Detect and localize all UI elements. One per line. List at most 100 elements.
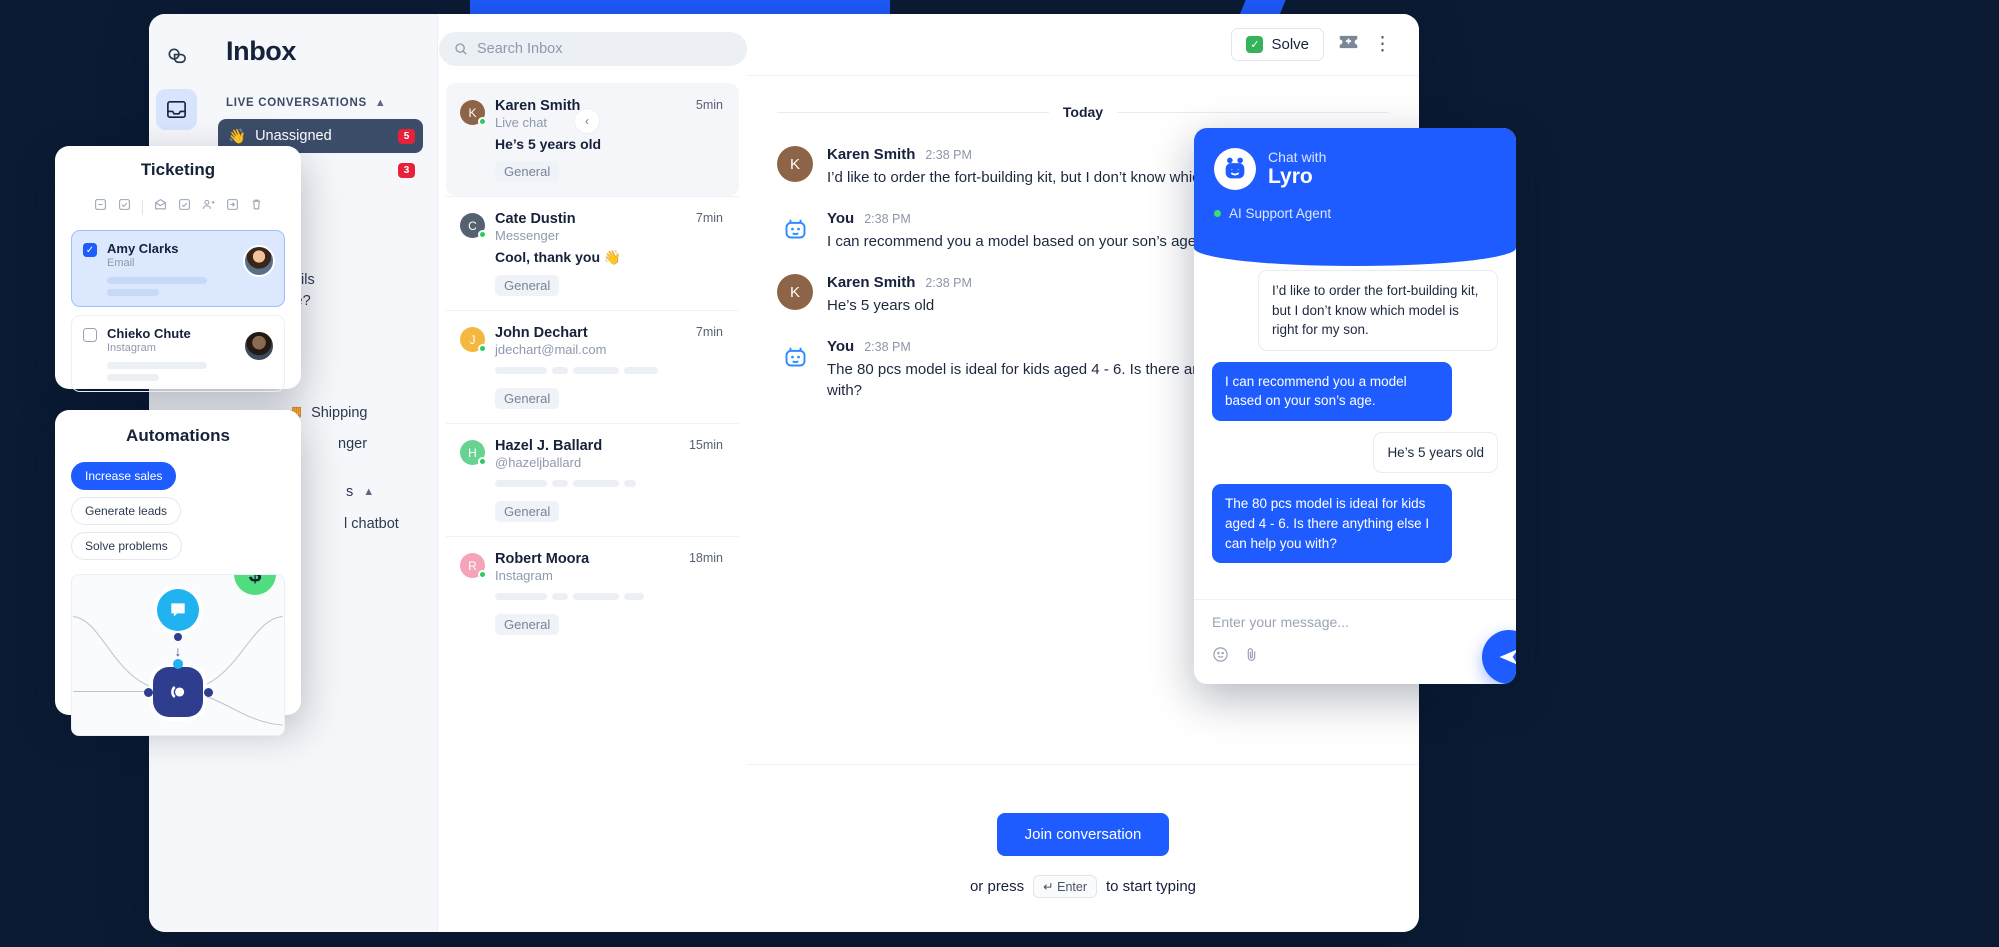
- emoji-icon[interactable]: [1212, 646, 1229, 668]
- chat-bubble-bot: The 80 pcs model is ideal for kids aged …: [1212, 484, 1452, 564]
- day-separator-label: Today: [1062, 104, 1104, 120]
- conversation-item-karen[interactable]: 5min K Karen Smith Live chat He’s 5 year…: [446, 83, 739, 196]
- ticket-row-amy[interactable]: ✓ Amy Clarks Email: [71, 230, 285, 307]
- chip-solve-problems[interactable]: Solve problems: [71, 532, 182, 560]
- card-title: Ticketing: [140, 160, 216, 179]
- live-conversations-section-header[interactable]: LIVE CONVERSATIONS ▲: [226, 97, 423, 109]
- node-dot-right: [204, 688, 213, 697]
- conversation-time: 7min: [695, 211, 723, 225]
- chat-bubble-icon: [157, 589, 199, 631]
- message-author: You 2:38 PM: [827, 210, 1200, 227]
- node-dot-top: [173, 659, 183, 669]
- avatar: H: [460, 440, 487, 466]
- apps-icon[interactable]: [156, 36, 197, 77]
- message-composer-prompt: Join conversation or press ↵ Enter to st…: [747, 764, 1419, 932]
- automation-node-icon: [153, 667, 203, 717]
- mail-open-icon[interactable]: [154, 198, 167, 216]
- more-vertical-icon[interactable]: ⋮: [1373, 34, 1393, 54]
- author-name: Karen Smith: [827, 274, 916, 291]
- conversation-channel: @hazeljballard: [495, 455, 582, 470]
- lyro-status: AI Support Agent: [1214, 206, 1496, 221]
- message-input[interactable]: Enter your message...: [1212, 614, 1498, 630]
- message-author: Karen Smith 2:38 PM: [827, 274, 972, 291]
- message-text: I can recommend you a model based on you…: [827, 233, 1201, 250]
- conversation-preview: Cool, thank you 👋: [495, 249, 622, 265]
- ticket-name: Amy Clarks: [107, 241, 179, 256]
- message-time: 2:38 PM: [864, 212, 911, 226]
- automation-flow-preview[interactable]: $ ↓: [71, 574, 285, 736]
- avatar: [243, 330, 275, 362]
- conversation-tag: General: [495, 614, 560, 635]
- preview-skeleton: [495, 357, 723, 379]
- arrow-down-icon: ↓: [174, 643, 182, 659]
- avatar-initial: C: [468, 218, 477, 233]
- page-title: Inbox: [226, 36, 296, 66]
- avatar: [243, 245, 275, 277]
- search-input[interactable]: Search Inbox: [439, 32, 747, 66]
- paperclip-icon[interactable]: [1243, 646, 1260, 668]
- collapse-panel-button[interactable]: ‹: [574, 108, 600, 134]
- conversation-time: 15min: [688, 438, 723, 452]
- conversation-item-john[interactable]: 7min J John Dechart jdechart@mail.com Ge…: [446, 310, 739, 423]
- lyro-chat-widget: Chat with Lyro AI Support Agent I’d like…: [1194, 128, 1516, 684]
- conversation-name: John Dechart: [495, 325, 588, 341]
- avatar-initial: J: [469, 332, 476, 347]
- chip-increase-sales[interactable]: Increase sales: [71, 462, 177, 490]
- conversation-channel: Instagram: [495, 568, 553, 583]
- ticketing-toolbar: [71, 198, 285, 216]
- message-toolbar: ✓ Solve ⋮: [747, 14, 1419, 76]
- conversation-channel: Live chat: [495, 115, 548, 130]
- search-icon: [455, 43, 467, 55]
- ticket-add-icon[interactable]: [1338, 34, 1359, 55]
- trash-icon[interactable]: [250, 198, 263, 216]
- chip-generate-leads[interactable]: Generate leads: [71, 497, 182, 525]
- section-fragment-label: s: [346, 484, 354, 500]
- conversation-time: 18min: [688, 551, 723, 565]
- conversation-item-robert[interactable]: 18min R Robert Moora Instagram General: [446, 536, 739, 649]
- solve-button[interactable]: ✓ Solve: [1231, 28, 1324, 61]
- enter-key: ↵ Enter: [1033, 875, 1097, 898]
- avatar: K: [460, 100, 487, 126]
- chat-bubble-user: He’s 5 years old: [1373, 431, 1498, 474]
- day-separator: Today: [747, 104, 1419, 120]
- avatar: C: [460, 213, 487, 239]
- assign-user-icon[interactable]: [202, 198, 215, 216]
- sidebar-item-label: Unassigned: [255, 128, 332, 144]
- conversation-list: 👋 Unassigned 5min K Karen Smith Live cha…: [437, 14, 747, 932]
- check-square-icon[interactable]: [118, 198, 131, 216]
- ticket-channel: Email: [107, 257, 135, 269]
- sidebar-item-label: Shipping: [311, 404, 368, 421]
- checkbox-checked-icon[interactable]: ✓: [83, 243, 97, 257]
- conversation-time: 7min: [695, 325, 723, 339]
- send-button[interactable]: [1482, 630, 1516, 684]
- status-dot: [1214, 210, 1221, 217]
- card-title: Automations: [126, 426, 230, 445]
- press-prefix: or press: [969, 878, 1025, 895]
- lyro-agent-name: Lyro: [1268, 164, 1313, 188]
- avatar-initial: H: [468, 445, 477, 460]
- minus-square-icon[interactable]: [94, 198, 107, 216]
- sidebar-item-inbox[interactable]: [156, 89, 197, 130]
- lyro-header: Chat with Lyro AI Support Agent: [1194, 128, 1516, 266]
- conversation-item-cate[interactable]: 7min C Cate Dustin Messenger Cool, thank…: [446, 196, 739, 310]
- composer-icons: [1212, 646, 1498, 668]
- collapsed-section-fragment[interactable]: s ▲: [346, 484, 374, 500]
- conversation-time: 5min: [695, 98, 723, 112]
- conversation-item-hazel[interactable]: 15min H Hazel J. Ballard @hazeljballard …: [446, 423, 739, 536]
- author-name: You: [827, 210, 855, 227]
- chatbot-fragment: l chatbot: [344, 516, 399, 532]
- move-to-icon[interactable]: [226, 198, 239, 216]
- unread-badge: 3: [398, 162, 415, 178]
- chevron-up-icon-2: ▲: [363, 486, 375, 498]
- ticket-row-chieko[interactable]: Chieko Chute Instagram: [71, 315, 285, 392]
- checkbox-icon[interactable]: [178, 198, 191, 216]
- checkbox-unchecked-icon[interactable]: [83, 328, 97, 342]
- preview-skeleton: [495, 470, 723, 492]
- search-placeholder: Search Inbox: [477, 41, 563, 57]
- check-square-icon: ✓: [1246, 36, 1264, 53]
- lyro-chat-with-label: Chat with: [1268, 148, 1327, 165]
- chat-bubble-bot: I can recommend you a model based on you…: [1212, 361, 1452, 421]
- conversation-preview: He’s 5 years old: [495, 136, 602, 152]
- join-conversation-button[interactable]: Join conversation: [996, 813, 1170, 856]
- status-label: AI Support Agent: [1229, 206, 1332, 221]
